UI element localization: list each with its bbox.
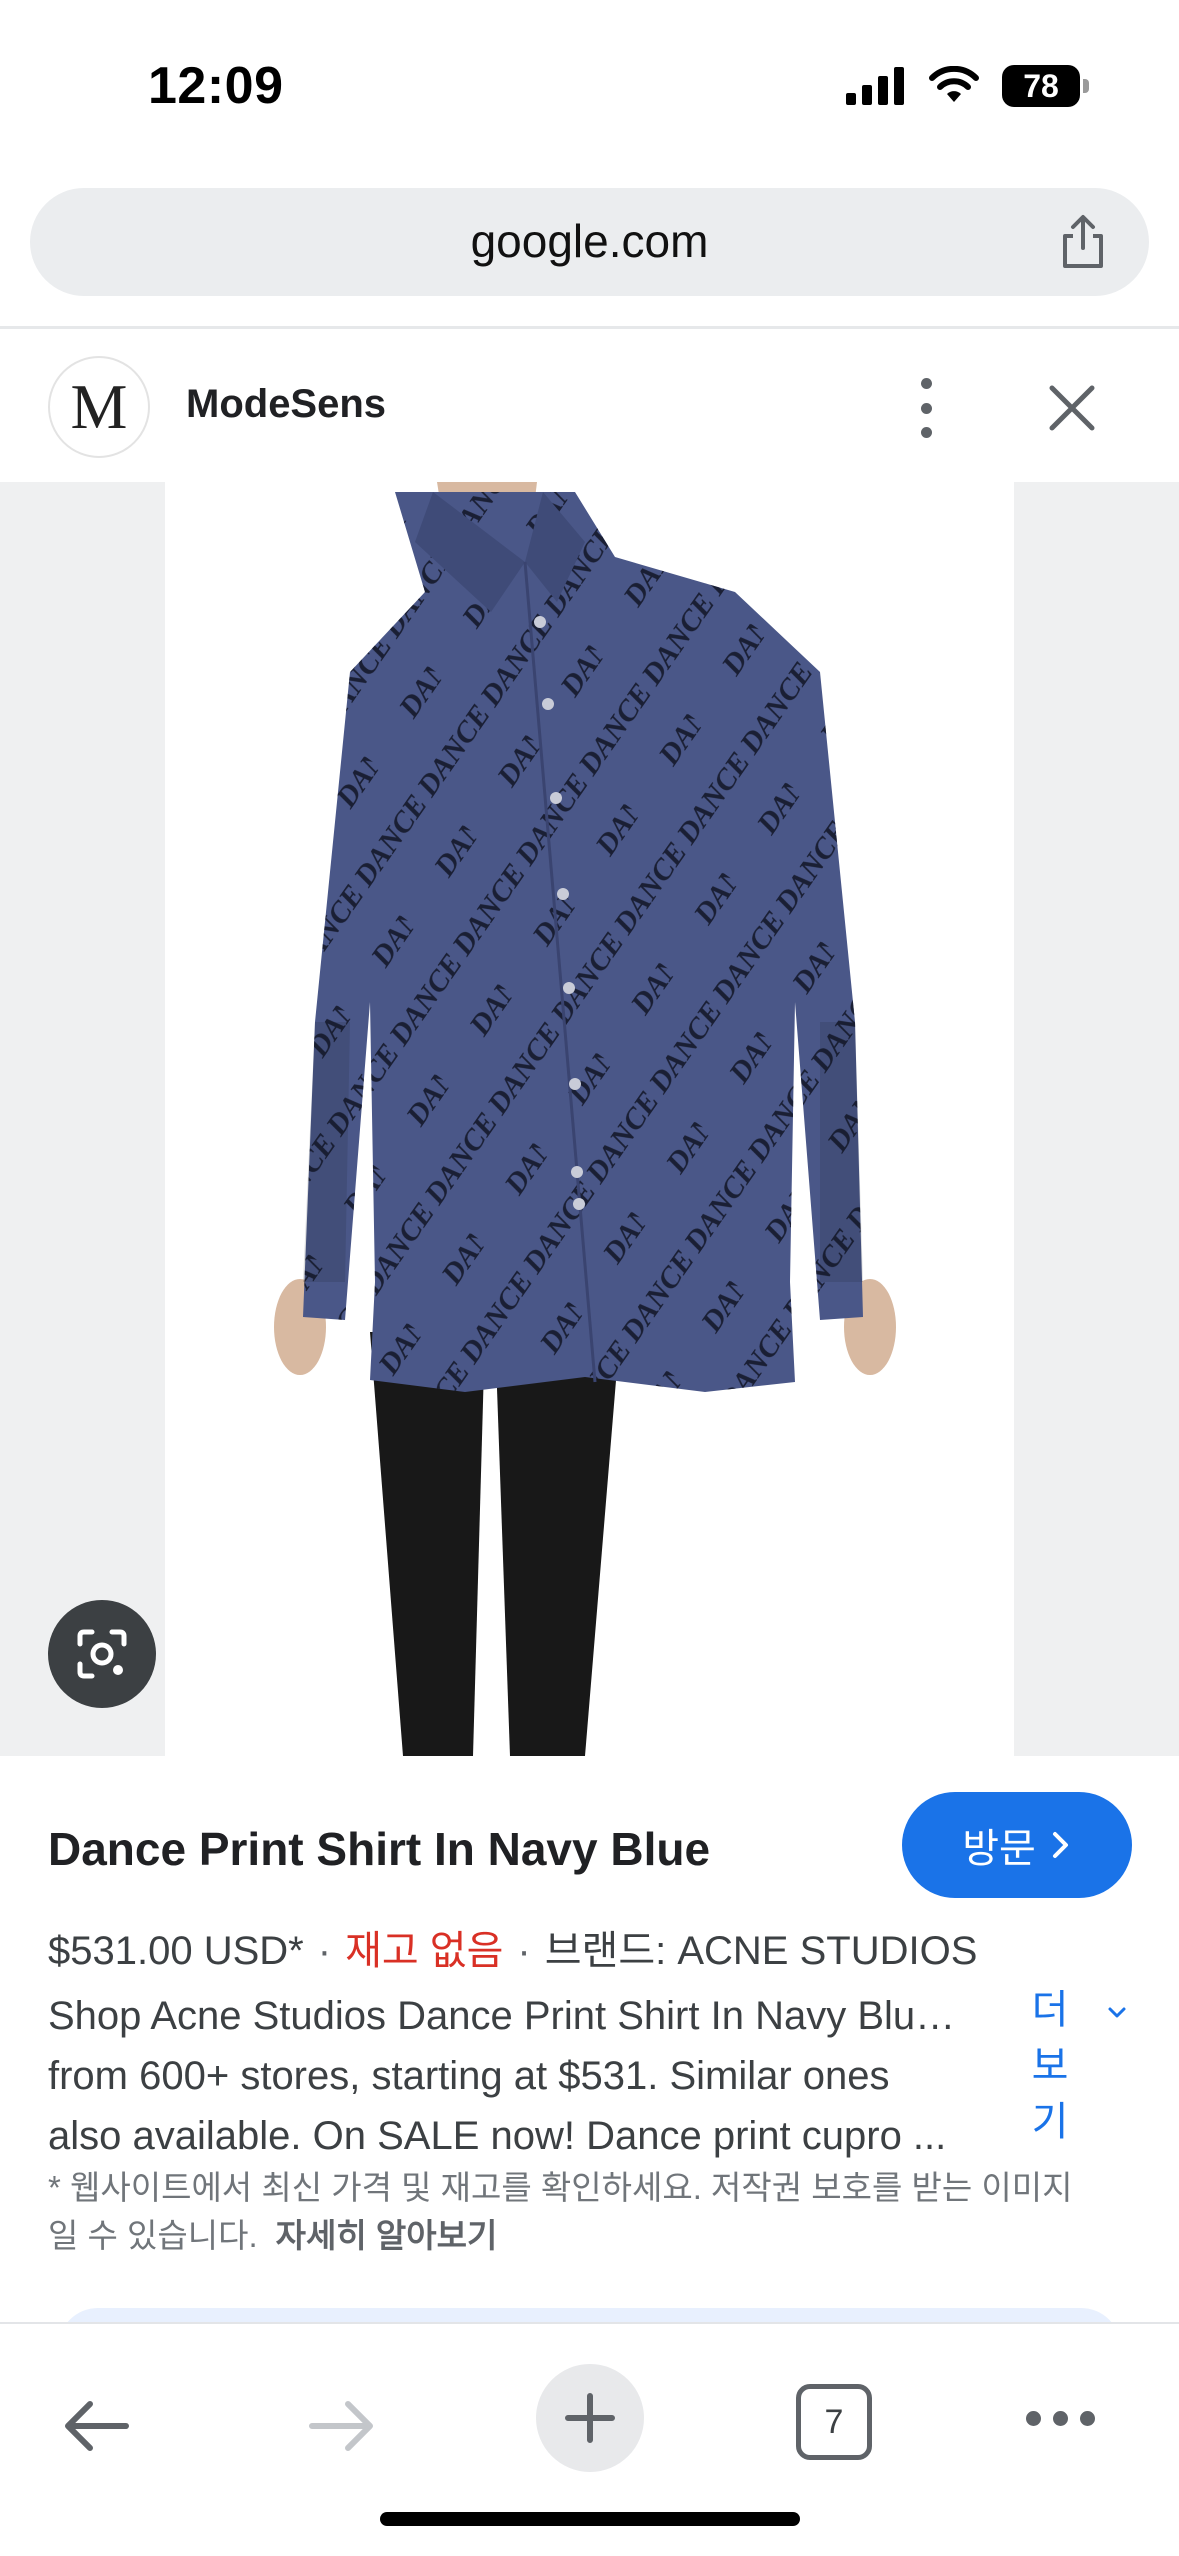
status-icons: 78	[846, 62, 1089, 110]
status-bar: 12:09 78	[0, 0, 1179, 170]
visit-button[interactable]: 방문	[902, 1792, 1132, 1898]
price-line: $531.00 USD* · 재고 없음 · 브랜드: ACNE STUDIOS	[48, 1918, 977, 1976]
battery-icon: 78	[1002, 65, 1089, 107]
source-logo[interactable]: M	[48, 356, 150, 458]
product-image[interactable]: DANCE DANCE	[165, 482, 1014, 1756]
more-horizontal-icon[interactable]	[1020, 2398, 1100, 2438]
description-line: from 600+ stores, starting at $531. Simi…	[48, 2054, 890, 2098]
source-header: M ModeSens	[0, 332, 1179, 482]
tabs-icon[interactable]: 7	[796, 2384, 872, 2460]
product-title[interactable]: Dance Print Shirt In Navy Blue	[48, 1822, 710, 1876]
brand: 브랜드: ACNE STUDIOS	[544, 1929, 978, 1973]
chevron-right-icon	[1052, 1832, 1068, 1858]
description-line: also available. On SALE now! Dance print…	[48, 2114, 947, 2158]
product-description: Shop Acne Studios Dance Print Shirt In N…	[48, 1986, 1008, 2166]
wifi-icon	[929, 66, 979, 102]
home-indicator[interactable]	[380, 2512, 800, 2526]
copyright-footnote: * 웹사이트에서 최신 가격 및 재고를 확인하세요. 저작권 보호를 받는 이…	[48, 2164, 1138, 2260]
description-line: Shop Acne Studios Dance Print Shirt In N…	[48, 1994, 956, 2038]
close-icon[interactable]	[1040, 376, 1104, 440]
back-button[interactable]	[56, 2386, 136, 2466]
stock-status: 재고 없음	[345, 1929, 504, 1973]
divider	[0, 326, 1179, 329]
shirt-photo-illustration: DANCE DANCE	[274, 482, 896, 1756]
url-text[interactable]: google.com	[30, 214, 1149, 268]
address-bar[interactable]: google.com	[30, 188, 1149, 296]
google-lens-icon[interactable]	[48, 1600, 156, 1708]
plus-icon	[565, 2393, 615, 2443]
forward-arrow-icon	[309, 2401, 373, 2451]
status-time: 12:09	[148, 57, 284, 115]
footnote-line: 일 수 있습니다.	[48, 2217, 258, 2254]
footnote-line: * 웹사이트에서 최신 가격 및 재고를 확인하세요. 저작권 보호를 받는 이…	[48, 2169, 1073, 2206]
more-button[interactable]: 더 보 기	[1030, 1982, 1070, 2150]
learn-more-link[interactable]: 자세히 알아보기	[276, 2217, 498, 2254]
forward-button[interactable]	[302, 2386, 382, 2466]
cellular-signal-icon	[846, 67, 904, 105]
price: $531.00 USD*	[48, 1929, 304, 1973]
source-name[interactable]: ModeSens	[186, 382, 386, 427]
back-arrow-icon	[65, 2401, 129, 2451]
vertical-dots-icon[interactable]	[906, 372, 946, 444]
chevron-down-icon[interactable]	[1104, 2000, 1130, 2026]
visit-button-label: 방문	[962, 1827, 1036, 1871]
separator-dot: ·	[517, 1929, 531, 1973]
separator-dot: ·	[317, 1929, 332, 1973]
new-tab-button[interactable]	[536, 2364, 644, 2472]
share-icon[interactable]	[1053, 212, 1113, 272]
product-image-area[interactable]: DANCE DANCE	[0, 482, 1179, 1756]
